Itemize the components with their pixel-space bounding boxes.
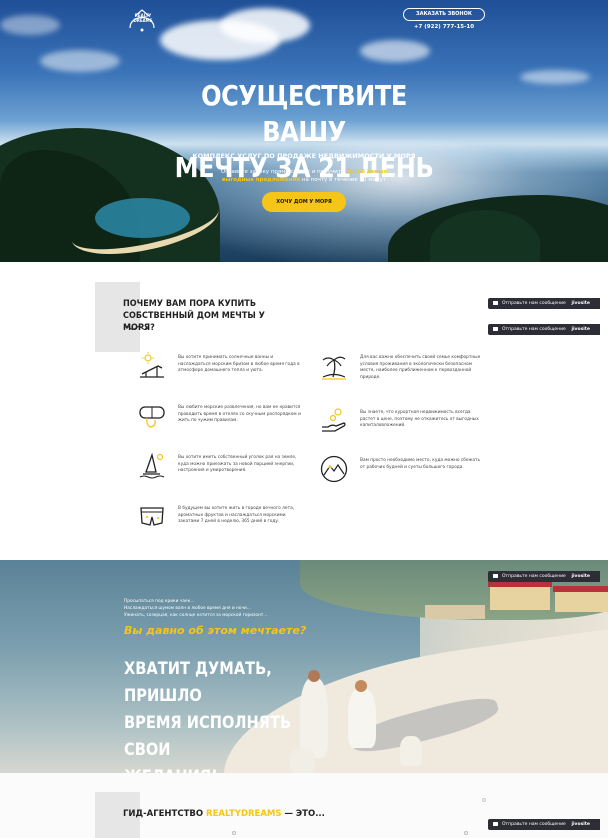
hero-desc-text: на почту в течение 10 минут	[300, 177, 387, 183]
chat-brand: jivosite	[571, 822, 590, 827]
chat-label: Отправьте нам сообщение	[502, 574, 566, 579]
decor-dot	[482, 798, 486, 802]
agency-title-prefix: ГИД-АГЕНТСТВО	[123, 809, 207, 819]
hand-coins-icon	[322, 408, 346, 432]
dream-line: Просыпаться под крики чаек...	[124, 599, 195, 604]
chat-widget-button[interactable]: Отправьте нам сообщение jivosite	[488, 298, 600, 309]
fence	[425, 605, 485, 619]
chat-widget-button[interactable]: Отправьте нам сообщение jivosite	[488, 571, 600, 582]
envelope-icon	[493, 300, 498, 305]
cloud	[0, 15, 60, 35]
feature-text: В будущем вы хотите жить в городе вечног…	[178, 506, 295, 524]
swim-shorts-icon	[140, 507, 164, 526]
hero-desc-text: Оставьте заявку прямо сейчас и получите	[220, 169, 347, 175]
landing-page: REALTY DREAMS ЗАКАЗАТЬ ЗВОНОК +7 (922) 7…	[0, 0, 608, 838]
chat-label: Отправьте нам сообщение	[502, 822, 566, 827]
hero-section: REALTY DREAMS ЗАКАЗАТЬ ЗВОНОК +7 (922) 7…	[0, 0, 608, 262]
envelope-icon	[493, 573, 498, 578]
roof	[553, 586, 608, 592]
mountains-icon	[320, 455, 348, 483]
decor-dot	[232, 831, 236, 835]
feature-text: Вам просто необходимо место, куда можно …	[360, 458, 481, 470]
person-head	[308, 670, 320, 682]
chat-brand: jivosite	[571, 574, 590, 579]
feature-text: Вы знаете, что курортная недвижимость вс…	[360, 410, 479, 428]
feature-text: Вы хотите иметь собственный уголок рая н…	[178, 455, 297, 473]
windsurf-icon	[139, 452, 165, 479]
hero-subtitle: КОМПЛЕКС УСЛУГ ПО ПРОДАЖЕ НЕДВИЖИМОСТИ У…	[192, 152, 416, 160]
chat-brand: jivosite	[571, 327, 590, 332]
dream-headline-line: ВРЕМЯ ИСПОЛНЯТЬ СВОИ	[124, 713, 292, 760]
agency-section: ГИД-АГЕНТСТВО REALTYDREAMS — ЭТО... Отпр…	[0, 773, 608, 838]
dream-intro: Просыпаться под крики чаек... Наслаждать…	[124, 598, 304, 619]
cloud	[520, 70, 590, 84]
chat-label: Отправьте нам сообщение	[502, 327, 566, 332]
person	[300, 678, 328, 758]
house	[555, 590, 608, 612]
dream-line: Наслаждаться шумом волн в любое время дн…	[124, 606, 251, 611]
hero-title-line: ОСУЩЕСТВИТЕ ВАШУ	[201, 79, 407, 148]
person	[348, 688, 376, 748]
logo-text: REALTY DREAMS	[133, 13, 153, 23]
house	[490, 585, 550, 610]
cloud	[360, 40, 430, 62]
dream-question: Вы давно об этом мечтаете?	[124, 624, 307, 637]
chat-widget-button[interactable]: Отправьте нам сообщение jivosite	[488, 819, 600, 830]
cloud	[40, 50, 120, 72]
agency-title-suffix: — ЭТО...	[281, 809, 325, 819]
envelope-icon	[493, 821, 498, 826]
feature-text: Вы хотите принимать солнечные ванны и на…	[178, 355, 300, 373]
dream-section	[0, 560, 608, 773]
feature-text: Вы любите морские развлечения, но вам не…	[178, 405, 301, 423]
dream-headline-line: ХВАТИТ ДУМАТЬ, ПРИШЛО	[124, 659, 272, 706]
cta-button[interactable]: ХОЧУ ДОМ У МОРЯ	[262, 192, 346, 212]
dream-headline: ХВАТИТ ДУМАТЬ, ПРИШЛО ВРЕМЯ ИСПОЛНЯТЬ СВ…	[124, 656, 296, 791]
palm-island-icon	[322, 356, 346, 380]
chat-label: Отправьте нам сообщение	[502, 301, 566, 306]
envelope-icon	[493, 326, 498, 331]
why-section: ПОЧЕМУ ВАМ ПОРА КУПИТЬ СОБСТВЕННЫЙ ДОМ М…	[0, 262, 608, 560]
child	[400, 736, 422, 766]
hero-description: Оставьте заявку прямо сейчас и получите …	[214, 168, 394, 184]
squiggle-divider	[123, 326, 149, 330]
agency-brand: REALTYDREAMS	[206, 809, 282, 819]
dream-line: Ужинать, созерцая, как солнце катится за…	[124, 613, 268, 618]
chat-widget-button[interactable]: Отправьте нам сообщение jivosite	[488, 324, 600, 335]
person-head	[355, 680, 367, 692]
cloud	[220, 8, 310, 43]
feature-text: Для вас важно обеспечить своей семье ком…	[360, 355, 481, 380]
chat-brand: jivosite	[571, 301, 590, 306]
phone-number[interactable]: +7 (922) 777-15-10	[403, 24, 485, 30]
diving-mask-icon	[139, 406, 165, 428]
call-request-button[interactable]: ЗАКАЗАТЬ ЗВОНОК	[403, 8, 485, 21]
sunbed-icon	[140, 352, 164, 378]
decor-dot	[464, 831, 468, 835]
section-title: ГИД-АГЕНТСТВО REALTYDREAMS — ЭТО...	[123, 809, 325, 819]
